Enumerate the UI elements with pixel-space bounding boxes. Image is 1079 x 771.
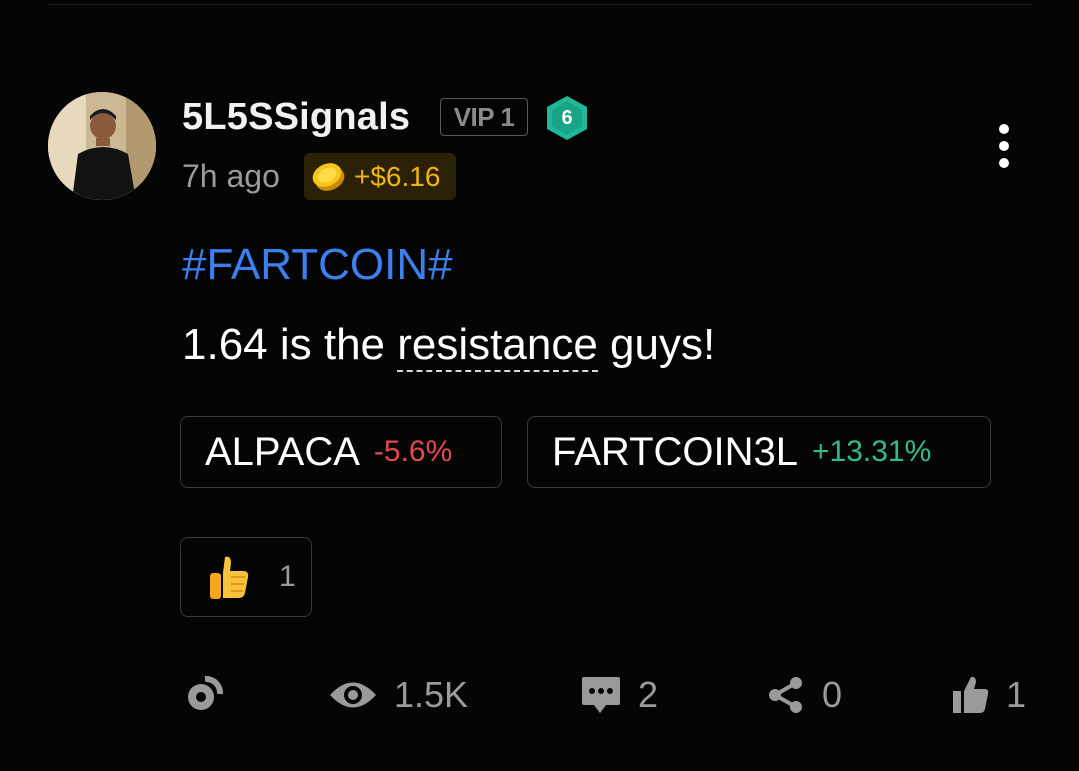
avatar-image bbox=[48, 92, 156, 200]
more-vertical-icon[interactable] bbox=[994, 124, 1014, 176]
reaction-count: 1 bbox=[279, 560, 296, 593]
post-text-after: guys! bbox=[597, 320, 716, 369]
top-divider bbox=[48, 4, 1032, 5]
ticker-chip-fartcoin3l[interactable]: FARTCOIN3L +13.31% bbox=[527, 416, 991, 488]
likes-count: 1 bbox=[1006, 674, 1027, 715]
like-button[interactable]: 1 bbox=[952, 670, 1026, 720]
level-badge: 6 bbox=[544, 94, 590, 142]
avatar[interactable] bbox=[48, 92, 156, 200]
comments-button[interactable]: 2 bbox=[580, 670, 658, 720]
post-text-before: 1.64 is the bbox=[182, 320, 398, 369]
ticker-symbol: ALPACA bbox=[205, 429, 360, 474]
comment-icon bbox=[582, 677, 620, 713]
comments-count: 2 bbox=[638, 674, 659, 715]
repost-icon bbox=[188, 675, 224, 710]
thumbs-up-emoji-icon bbox=[210, 556, 249, 599]
ticker-change: -5.6% bbox=[373, 435, 453, 468]
hashtag-link[interactable]: #FARTCOIN# bbox=[182, 240, 453, 290]
post-text: 1.64 is the resistance guys! bbox=[182, 320, 716, 372]
share-icon bbox=[769, 677, 802, 713]
views-value: 1.5K bbox=[394, 674, 469, 715]
ticker-chip-alpaca[interactable]: ALPACA -5.6% bbox=[180, 416, 502, 488]
vip-badge: VIP 1 bbox=[440, 98, 528, 136]
eye-icon bbox=[330, 682, 376, 708]
tip-amount: +$6.16 bbox=[354, 160, 441, 192]
tip-chip[interactable]: +$6.16 bbox=[304, 153, 456, 200]
post-time: 7h ago bbox=[182, 158, 280, 194]
views-count: 1.5K bbox=[328, 670, 468, 720]
glossary-term[interactable]: resistance bbox=[397, 320, 598, 372]
repost-button[interactable] bbox=[184, 670, 224, 720]
shares-count: 0 bbox=[822, 674, 843, 715]
ticker-symbol: FARTCOIN3L bbox=[552, 429, 798, 474]
like-icon bbox=[953, 676, 989, 713]
ticker-change: +13.31% bbox=[812, 435, 932, 468]
coin-icon bbox=[312, 162, 345, 191]
author-name[interactable]: 5L5SSignals bbox=[182, 96, 410, 139]
share-button[interactable]: 0 bbox=[766, 670, 842, 720]
reaction-thumbs-up[interactable]: 1 bbox=[180, 537, 312, 617]
level-number: 6 bbox=[561, 106, 573, 129]
